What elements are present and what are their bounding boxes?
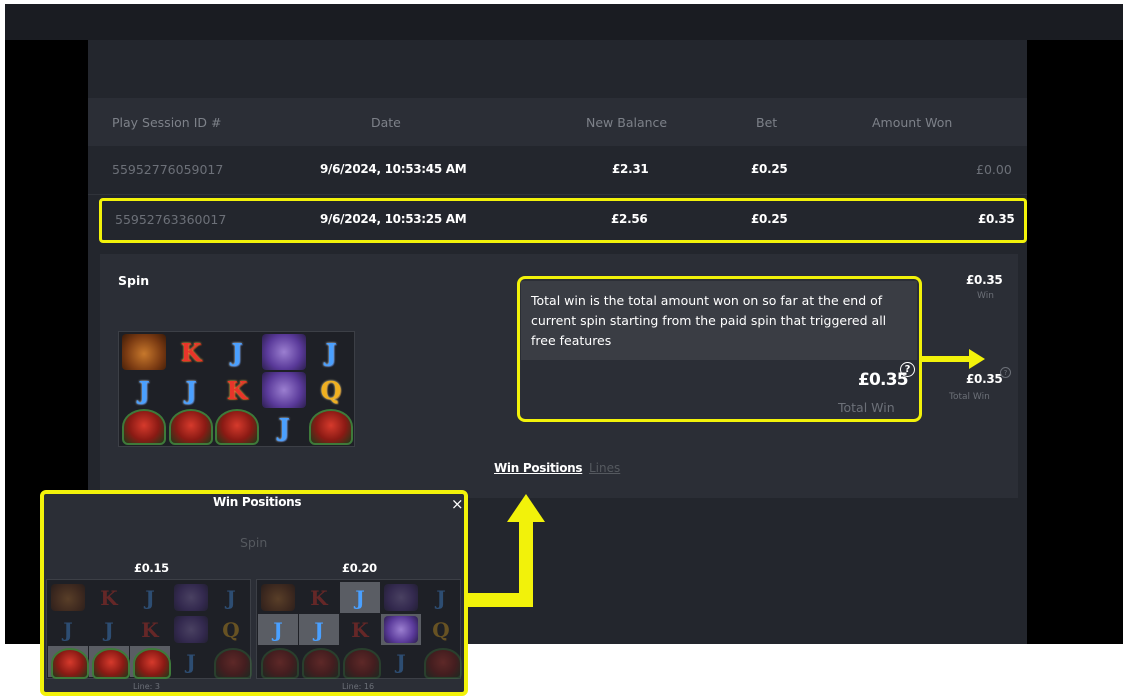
horse-symbol-icon xyxy=(130,646,171,679)
king-symbol-icon: K xyxy=(141,617,159,642)
popup-subtitle: Spin xyxy=(240,535,268,550)
jack-symbol-icon: J xyxy=(396,649,406,674)
win-amount: £0.20 xyxy=(342,561,377,575)
win-line-label: Line: 3 xyxy=(133,682,160,691)
tab-win-positions[interactable]: Win Positions xyxy=(494,461,583,475)
header-date: Date xyxy=(371,115,401,130)
bison-symbol-icon xyxy=(258,582,298,613)
king-symbol-icon: K xyxy=(100,585,118,610)
wolf-symbol-icon xyxy=(381,582,421,613)
bison-symbol-icon xyxy=(122,334,166,370)
queen-symbol-icon: Q xyxy=(222,617,240,642)
total-win-label: Total Win xyxy=(949,392,990,402)
horse-symbol-icon xyxy=(421,646,462,679)
table-row[interactable]: 55952776059017 9/6/2024, 10:53:45 AM £2.… xyxy=(88,146,1027,194)
row-balance: £2.31 xyxy=(612,162,649,176)
callout-arrow-icon xyxy=(466,593,533,607)
king-symbol-icon: K xyxy=(310,585,328,610)
jack-symbol-icon: J xyxy=(145,585,155,610)
king-symbol-icon: K xyxy=(180,337,202,367)
help-icon[interactable]: ? xyxy=(900,362,915,377)
screen: Play Session ID # Date New Balance Bet A… xyxy=(0,0,1126,697)
win-amount: £0.35 xyxy=(966,273,1003,287)
header-bet: Bet xyxy=(756,115,778,130)
header-amount-won: Amount Won xyxy=(872,115,953,130)
jack-symbol-icon: J xyxy=(340,582,380,613)
callout-arrowhead-icon xyxy=(507,494,545,522)
win-amount: £0.15 xyxy=(134,561,169,575)
row-date: 9/6/2024, 10:53:45 AM xyxy=(320,162,467,176)
horse-symbol-icon xyxy=(169,409,213,445)
win-line-label: Line: 16 xyxy=(342,682,375,691)
reel-grid: K J J J J K Q J xyxy=(118,331,355,447)
jack-symbol-icon: J xyxy=(299,614,339,645)
top-bar xyxy=(5,4,1123,40)
king-symbol-icon: K xyxy=(226,375,248,405)
help-icon[interactable]: ? xyxy=(1000,367,1011,378)
wolf-symbol-icon xyxy=(171,582,211,613)
jack-symbol-icon: J xyxy=(104,617,114,642)
king-symbol-icon: K xyxy=(351,617,369,642)
queen-symbol-icon: Q xyxy=(432,617,450,642)
tooltip-total-win-label: Total Win xyxy=(838,400,895,415)
win-label: Win xyxy=(977,291,994,301)
tooltip-text: Total win is the total amount won on so … xyxy=(521,281,917,360)
row-won: £0.00 xyxy=(976,162,1012,177)
header-session-id: Play Session ID # xyxy=(112,115,222,130)
horse-symbol-icon xyxy=(258,646,299,679)
row-session-id: 55952776059017 xyxy=(112,162,224,177)
wolf-symbol-icon xyxy=(381,614,421,645)
jack-symbol-icon: J xyxy=(185,375,197,405)
jack-symbol-icon: J xyxy=(258,614,298,645)
jack-symbol-icon: J xyxy=(186,649,196,674)
horse-symbol-icon xyxy=(89,646,130,679)
tab-lines[interactable]: Lines xyxy=(589,461,620,475)
callout-arrow-icon xyxy=(921,356,973,362)
popup-title: Win Positions xyxy=(213,495,302,509)
win-grid-line-16: K J J J J K Q J xyxy=(256,579,462,679)
jack-symbol-icon: J xyxy=(436,585,446,610)
wolf-symbol-icon xyxy=(171,614,211,645)
spin-title: Spin xyxy=(118,273,150,288)
queen-symbol-icon: Q xyxy=(320,375,342,405)
selected-row-highlight xyxy=(99,198,1027,243)
jack-symbol-icon: J xyxy=(138,375,150,405)
row-bet: £0.25 xyxy=(751,162,788,176)
horse-symbol-icon xyxy=(122,409,166,445)
header-new-balance: New Balance xyxy=(586,115,668,130)
win-grid-line-3: K J J J J K Q J xyxy=(46,579,252,679)
jack-symbol-icon: J xyxy=(63,617,73,642)
bison-symbol-icon xyxy=(48,582,88,613)
jack-symbol-icon: J xyxy=(226,585,236,610)
jack-symbol-icon: J xyxy=(231,337,243,367)
horse-symbol-icon xyxy=(309,409,353,445)
horse-symbol-icon xyxy=(340,646,381,679)
jack-symbol-icon: J xyxy=(325,337,337,367)
table-header: Play Session ID # Date New Balance Bet A… xyxy=(88,98,1027,146)
jack-symbol-icon: J xyxy=(278,412,290,442)
row-divider xyxy=(88,194,1027,195)
total-win-amount: £0.35 xyxy=(966,372,1003,386)
wolf-symbol-icon xyxy=(262,372,306,408)
horse-symbol-icon xyxy=(215,409,259,445)
wolf-symbol-icon xyxy=(262,334,306,370)
horse-symbol-icon xyxy=(211,646,252,679)
close-icon[interactable]: × xyxy=(451,497,464,512)
horse-symbol-icon xyxy=(299,646,340,679)
callout-arrowhead-icon xyxy=(969,349,985,369)
horse-symbol-icon xyxy=(48,646,89,679)
